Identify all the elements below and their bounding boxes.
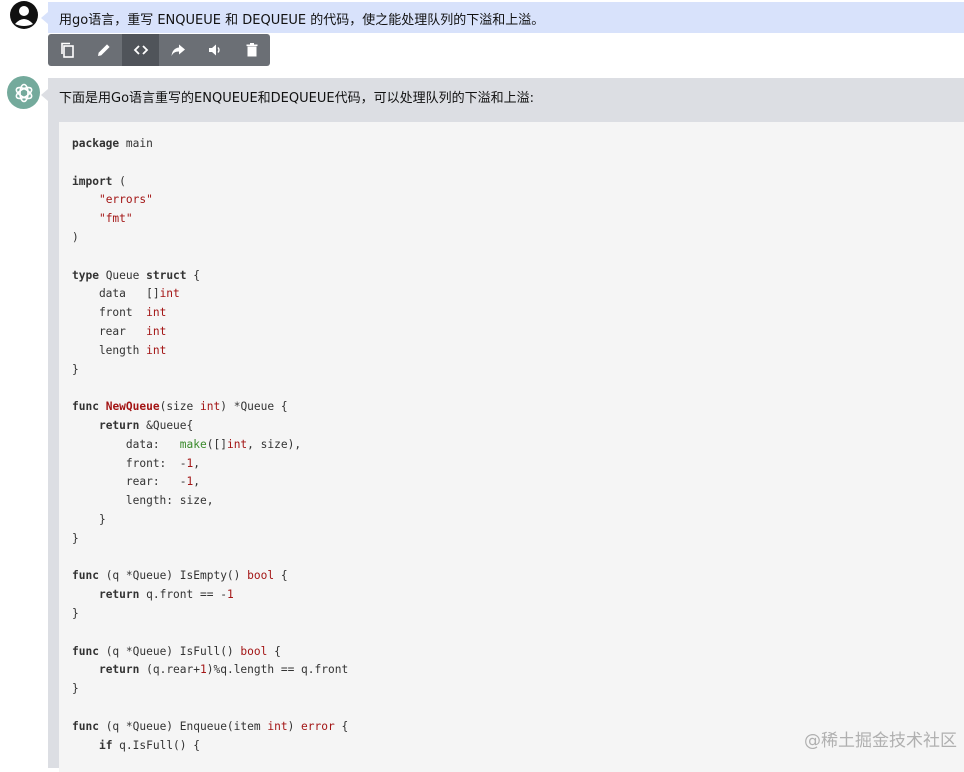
code-icon bbox=[133, 45, 148, 55]
assistant-intro-text: 下面是用Go语言重写的ENQUEUE和DEQUEUE代码，可以处理队列的下溢和上… bbox=[59, 91, 534, 106]
code-line: func (q *Queue) IsFull() bool { bbox=[72, 644, 281, 658]
assistant-message-bubble: 下面是用Go语言重写的ENQUEUE和DEQUEUE代码，可以处理队列的下溢和上… bbox=[41, 78, 964, 772]
code-line: import ( bbox=[72, 174, 126, 188]
code-line: return &Queue{ bbox=[98, 418, 194, 432]
code-line: "fmt" bbox=[98, 212, 133, 226]
code-line: length: size, bbox=[72, 494, 214, 508]
code-line: ​ bbox=[72, 154, 348, 173]
code-line: } bbox=[72, 362, 79, 376]
code-line: length int bbox=[72, 343, 167, 357]
share-button[interactable] bbox=[159, 34, 196, 66]
code-line: front int bbox=[72, 306, 167, 320]
code-line: ) bbox=[72, 230, 79, 244]
code-line: } bbox=[72, 606, 79, 620]
code-line: ​ bbox=[72, 379, 348, 398]
code-line: } bbox=[72, 531, 79, 545]
code-line: data: make([]int, size), bbox=[72, 437, 302, 451]
code-view-button[interactable] bbox=[122, 34, 159, 66]
edit-button[interactable] bbox=[85, 34, 122, 66]
user-message-text: 用go语言，重写 ENQUEUE 和 DEQUEUE 的代码，使之能处理队列的下… bbox=[59, 13, 545, 28]
code-line: ​ bbox=[72, 699, 348, 718]
assistant-avatar-icon bbox=[7, 76, 40, 109]
code-line: func (q *Queue) Enqueue(item int) error … bbox=[72, 719, 349, 733]
trash-icon bbox=[246, 43, 257, 57]
code-line: ​ bbox=[72, 248, 348, 267]
code-line: rear int bbox=[72, 324, 167, 338]
share-icon bbox=[171, 44, 185, 56]
code-line: "errors" bbox=[98, 193, 153, 207]
code-line: package main bbox=[72, 137, 153, 150]
code-line: front: -1, bbox=[72, 456, 201, 470]
speaker-icon bbox=[208, 44, 220, 56]
code-line: rear: -1, bbox=[72, 475, 201, 489]
read-aloud-button[interactable] bbox=[196, 34, 233, 66]
watermark: @稀土掘金技术社区 bbox=[804, 731, 957, 751]
code-line: ​ bbox=[72, 624, 348, 643]
code-line: } bbox=[72, 682, 79, 696]
code-line: if q.IsFull() { bbox=[98, 738, 200, 752]
user-avatar-icon bbox=[9, 0, 39, 30]
code-line: data []int bbox=[72, 287, 180, 301]
edit-icon bbox=[97, 44, 110, 56]
copy-button[interactable] bbox=[48, 34, 85, 66]
code-line: return (q.rear+1)%q.length == q.front bbox=[98, 663, 349, 677]
code-line: type Queue struct { bbox=[72, 268, 201, 282]
code-line: func (q *Queue) IsEmpty() bool { bbox=[72, 569, 288, 583]
code-line: } bbox=[72, 512, 106, 526]
code-line: return q.front == -1 bbox=[98, 588, 234, 602]
code-line: func NewQueue(size int) *Queue { bbox=[72, 400, 288, 414]
delete-button[interactable] bbox=[233, 34, 270, 66]
code-block[interactable]: package main​import ( "errors" "fmt")​ty… bbox=[59, 122, 964, 772]
message-toolbar bbox=[48, 34, 270, 66]
code-line: ​ bbox=[72, 549, 348, 568]
user-message-bubble: 用go语言，重写 ENQUEUE 和 DEQUEUE 的代码，使之能处理队列的下… bbox=[41, 2, 964, 33]
copy-icon bbox=[60, 42, 74, 58]
code-content: package main​import ( "errors" "fmt")​ty… bbox=[72, 135, 348, 755]
